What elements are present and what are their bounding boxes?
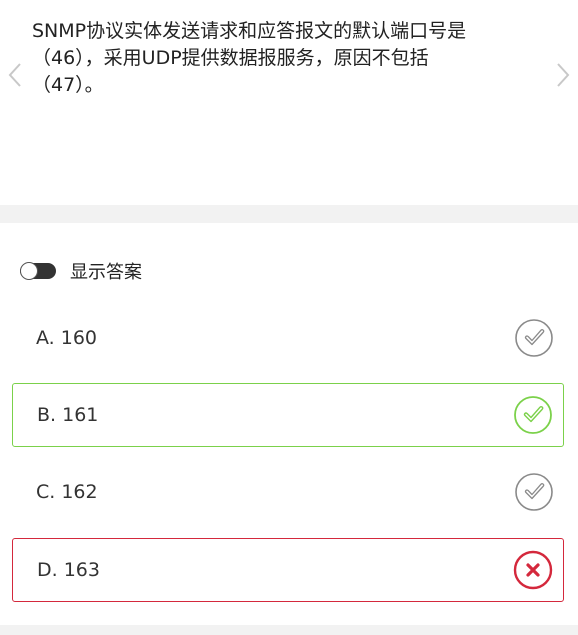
chevron-right-icon [557,63,570,87]
section-divider [0,205,578,223]
option-label: A. 160 [36,327,98,349]
check-circle-icon [515,473,553,511]
question-line: （46），采用UDP提供数据报服务，原因不包括 [32,47,429,69]
chevron-left-icon [8,63,21,87]
show-answer-toggle-row[interactable]: 显示答案 [20,257,142,285]
bottom-divider [0,625,578,635]
show-answer-label: 显示答案 [70,262,142,283]
x-circle-icon [513,550,553,590]
prev-question-button[interactable] [4,60,26,90]
option-label: D. 163 [37,559,100,581]
option-c[interactable]: C. 162 [12,460,564,524]
check-circle-icon [515,319,553,357]
toggle-knob [20,262,38,280]
option-b[interactable]: B. 161 [12,383,564,447]
question-text: SNMP协议实体发送请求和应答报文的默认端口号是 （46），采用UDP提供数据报… [32,18,542,99]
check-circle-icon [514,396,552,434]
option-label: B. 161 [37,404,99,426]
show-answer-toggle[interactable] [20,262,56,280]
question-line: （47）。 [32,74,104,96]
next-question-button[interactable] [552,60,574,90]
question-panel: SNMP协议实体发送请求和应答报文的默认端口号是 （46），采用UDP提供数据报… [0,0,578,205]
option-d[interactable]: D. 163 [12,538,564,602]
option-a[interactable]: A. 160 [12,306,564,370]
question-line: SNMP协议实体发送请求和应答报文的默认端口号是 [32,20,467,42]
option-label: C. 162 [36,481,98,503]
